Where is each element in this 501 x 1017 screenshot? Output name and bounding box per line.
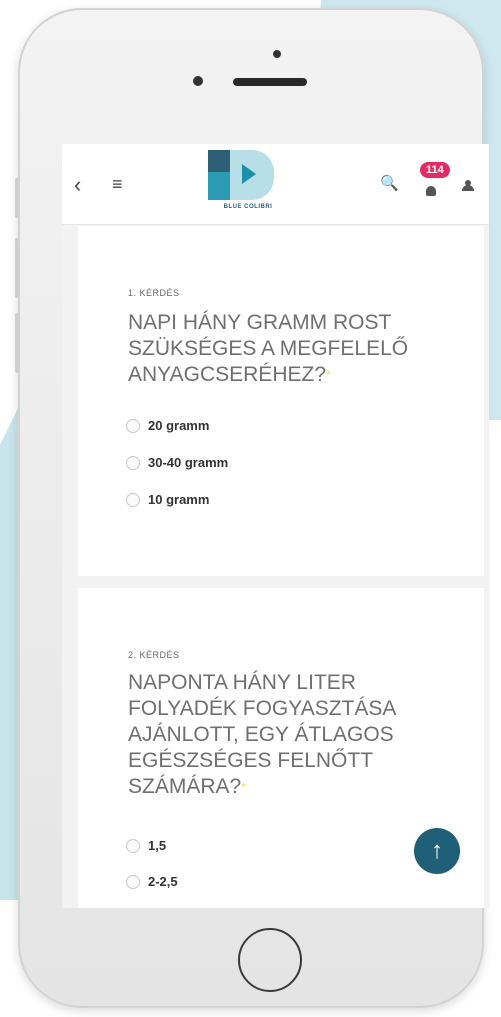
question-text: NAPONTA HÁNY LITER FOLYADÉK FOGYASZTÁSA … <box>128 671 396 798</box>
notification-badge: 114 <box>420 162 450 178</box>
radio-button[interactable] <box>126 839 140 853</box>
front-camera <box>193 76 203 86</box>
radio-button[interactable] <box>126 875 140 889</box>
brand-name: BLUE COLIBRI <box>223 204 273 210</box>
option-label: 10 gramm <box>148 492 210 507</box>
volume-down-button <box>15 313 19 373</box>
arrow-up-icon: ↑ <box>431 837 443 864</box>
menu-icon[interactable]: ≡ <box>112 174 123 195</box>
required-mark: * <box>326 368 331 382</box>
option-label: 1,5 <box>148 838 167 853</box>
user-icon[interactable] <box>462 180 474 191</box>
required-mark: * <box>241 780 246 794</box>
phone-frame: ‹ ≡ BLUE COLIBRI 🔍 114 1. KÉRDÉS NAPI HÁ… <box>15 8 489 1008</box>
brand-logo[interactable]: BLUE COLIBRI <box>208 150 288 218</box>
radio-button[interactable] <box>126 419 140 433</box>
option-label: 2-2,5 <box>148 874 178 889</box>
camera-dot <box>273 50 281 58</box>
home-button[interactable] <box>238 928 302 992</box>
play-icon <box>242 164 256 184</box>
question-number: 2. KÉRDÉS <box>128 650 180 660</box>
search-icon[interactable]: 🔍 <box>380 174 399 192</box>
option-label: 30-40 gramm <box>148 455 229 470</box>
question-number: 1. KÉRDÉS <box>128 288 180 298</box>
radio-button[interactable] <box>126 456 140 470</box>
question-card-1: 1. KÉRDÉS NAPI HÁNY GRAMM ROST SZÜKSÉGES… <box>78 226 484 576</box>
option-label: 20 gramm <box>148 418 210 433</box>
app-screen: ‹ ≡ BLUE COLIBRI 🔍 114 1. KÉRDÉS NAPI HÁ… <box>62 144 489 908</box>
radio-button[interactable] <box>126 493 140 507</box>
mute-switch <box>15 178 19 218</box>
speaker-grille <box>233 78 307 86</box>
top-navigation-bar: ‹ ≡ BLUE COLIBRI 🔍 114 <box>62 144 489 225</box>
scroll-to-top-button[interactable]: ↑ <box>414 828 460 874</box>
volume-up-button <box>15 238 19 298</box>
back-icon[interactable]: ‹ <box>74 172 81 198</box>
question-text: NAPI HÁNY GRAMM ROST SZÜKSÉGES A MEGFELE… <box>128 311 409 386</box>
